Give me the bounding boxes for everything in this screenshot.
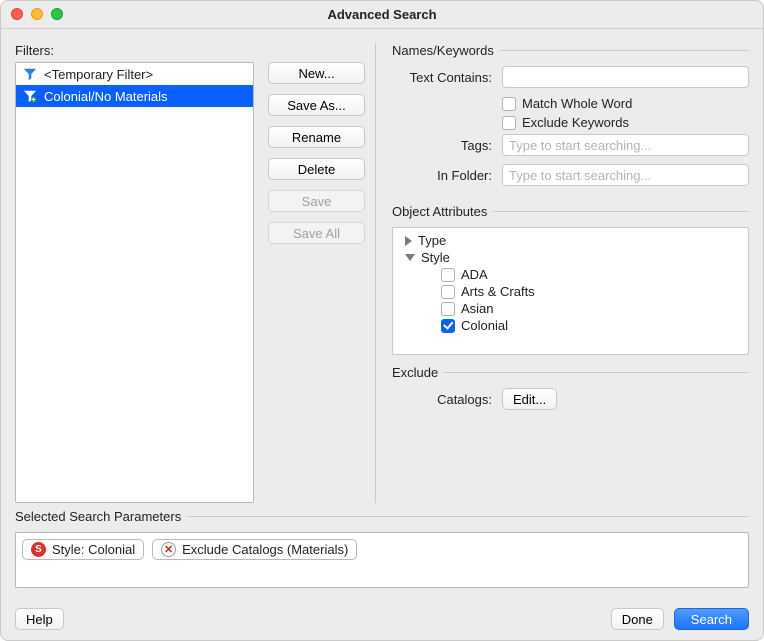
close-icon[interactable] xyxy=(11,8,23,20)
rename-button[interactable]: Rename xyxy=(268,126,365,148)
names-keywords-legend: Names/Keywords xyxy=(392,43,500,58)
selected-params-box: S Style: Colonial ✕ Exclude Catalogs (Ma… xyxy=(15,532,749,588)
help-button[interactable]: Help xyxy=(15,608,64,630)
chevron-down-icon[interactable] xyxy=(405,254,415,261)
param-pill-label: Style: Colonial xyxy=(52,542,135,557)
checkbox[interactable] xyxy=(441,268,455,282)
chevron-right-icon[interactable] xyxy=(405,236,412,246)
option-label: ADA xyxy=(461,267,488,282)
param-pill-style[interactable]: S Style: Colonial xyxy=(22,539,144,560)
advanced-search-window: Advanced Search Filters: <Temporary Filt… xyxy=(0,0,764,641)
filter-buttons: New... Save As... Rename Delete Save Sav… xyxy=(260,62,365,503)
save-as-button[interactable]: Save As... xyxy=(268,94,365,116)
attributes-tree[interactable]: Type Style ADA Arts & Crafts xyxy=(392,227,749,355)
window-controls xyxy=(11,8,63,20)
new-button[interactable]: New... xyxy=(268,62,365,84)
names-keywords-group: Names/Keywords Text Contains: Match Whol… xyxy=(392,43,749,194)
tags-label: Tags: xyxy=(392,138,502,153)
match-whole-word-row[interactable]: Match Whole Word xyxy=(502,96,749,111)
checkbox[interactable] xyxy=(441,302,455,316)
exclude-keywords-checkbox[interactable] xyxy=(502,116,516,130)
footer: Help Done Search xyxy=(15,598,749,630)
match-whole-word-label: Match Whole Word xyxy=(522,96,632,111)
style-option-ada[interactable]: ADA xyxy=(399,266,742,283)
exclude-badge-icon: ✕ xyxy=(161,542,176,557)
edit-catalogs-button[interactable]: Edit... xyxy=(502,388,557,410)
tree-node-label: Style xyxy=(421,250,450,265)
param-pill-label: Exclude Catalogs (Materials) xyxy=(182,542,348,557)
zoom-icon[interactable] xyxy=(51,8,63,20)
style-option-colonial[interactable]: Colonial xyxy=(399,317,742,334)
save-button: Save xyxy=(268,190,365,212)
titlebar: Advanced Search xyxy=(1,1,763,29)
tree-node-label: Type xyxy=(418,233,446,248)
checkbox[interactable] xyxy=(441,285,455,299)
in-folder-label: In Folder: xyxy=(392,168,502,183)
delete-button[interactable]: Delete xyxy=(268,158,365,180)
filter-item-label: Colonial/No Materials xyxy=(44,89,168,104)
text-contains-input[interactable] xyxy=(502,66,749,88)
param-pill-exclude[interactable]: ✕ Exclude Catalogs (Materials) xyxy=(152,539,357,560)
text-contains-label: Text Contains: xyxy=(392,70,502,85)
exclude-legend: Exclude xyxy=(392,365,444,380)
done-button[interactable]: Done xyxy=(611,608,664,630)
filters-label: Filters: xyxy=(15,43,365,58)
match-whole-word-checkbox[interactable] xyxy=(502,97,516,111)
funnel-icon xyxy=(22,66,38,82)
tags-input[interactable] xyxy=(502,134,749,156)
object-attributes-group: Object Attributes Type Style ADA xyxy=(392,204,749,355)
filters-listbox[interactable]: <Temporary Filter> Colonial/No Materials xyxy=(15,62,254,503)
checkbox-checked[interactable] xyxy=(441,319,455,333)
search-button[interactable]: Search xyxy=(674,608,749,630)
criteria-panel: Names/Keywords Text Contains: Match Whol… xyxy=(392,43,749,503)
option-label: Colonial xyxy=(461,318,508,333)
option-label: Asian xyxy=(461,301,494,316)
style-option-arts-crafts[interactable]: Arts & Crafts xyxy=(399,283,742,300)
filter-item-label: <Temporary Filter> xyxy=(44,67,153,82)
vertical-divider xyxy=(375,43,376,503)
minimize-icon[interactable] xyxy=(31,8,43,20)
selected-params-legend: Selected Search Parameters xyxy=(15,509,187,524)
funnel-plus-icon xyxy=(22,88,38,104)
tree-node-type[interactable]: Type xyxy=(399,232,742,249)
save-all-button: Save All xyxy=(268,222,365,244)
top-area: Filters: <Temporary Filter> xyxy=(15,43,749,503)
exclude-keywords-row[interactable]: Exclude Keywords xyxy=(502,115,749,130)
in-folder-input[interactable] xyxy=(502,164,749,186)
option-label: Arts & Crafts xyxy=(461,284,535,299)
filters-panel: Filters: <Temporary Filter> xyxy=(15,43,365,503)
style-option-asian[interactable]: Asian xyxy=(399,300,742,317)
window-title: Advanced Search xyxy=(327,7,436,22)
tree-node-style[interactable]: Style xyxy=(399,249,742,266)
style-badge-icon: S xyxy=(31,542,46,557)
exclude-keywords-label: Exclude Keywords xyxy=(522,115,629,130)
selected-params-group: Selected Search Parameters S Style: Colo… xyxy=(15,509,749,588)
filter-item-colonial[interactable]: Colonial/No Materials xyxy=(16,85,253,107)
exclude-group: Exclude Catalogs: Edit... xyxy=(392,365,749,418)
filter-item-temporary[interactable]: <Temporary Filter> xyxy=(16,63,253,85)
catalogs-label: Catalogs: xyxy=(392,392,502,407)
content: Filters: <Temporary Filter> xyxy=(1,29,763,640)
object-attributes-legend: Object Attributes xyxy=(392,204,493,219)
